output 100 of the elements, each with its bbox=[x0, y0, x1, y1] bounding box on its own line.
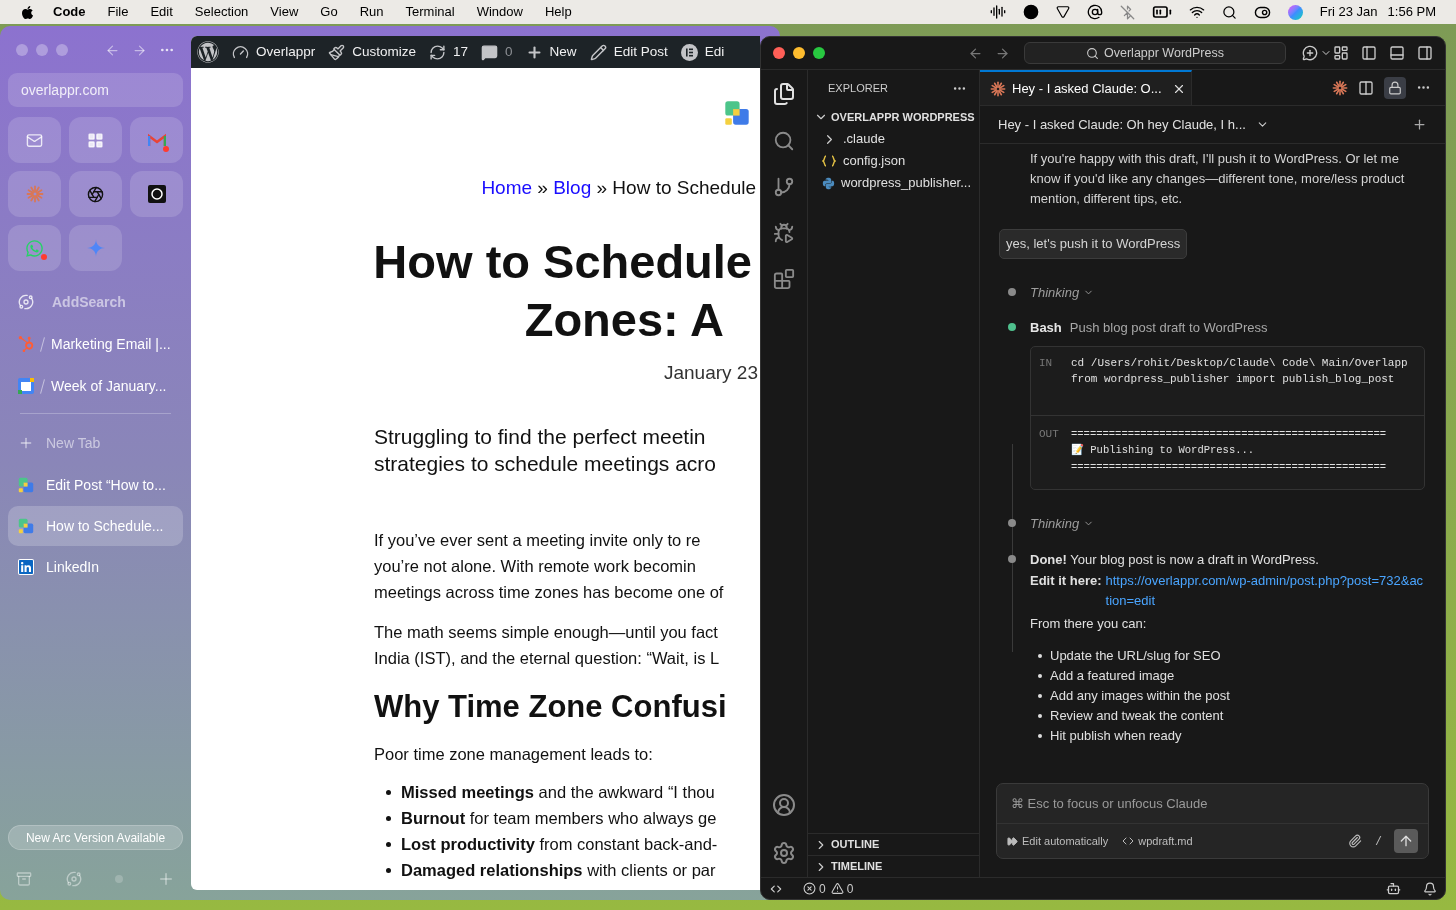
intro-line: Struggling to find the perfect meetin bbox=[374, 424, 707, 450]
panel-left-icon[interactable] bbox=[1361, 45, 1377, 61]
zoom-button[interactable] bbox=[813, 47, 825, 59]
robot-icon[interactable] bbox=[1386, 881, 1401, 896]
assistant-message: Done! Your blog post is now a draft in WordPress. bbox=[1030, 550, 1320, 569]
bullet-icon bbox=[386, 789, 391, 795]
menu-item[interactable]: File bbox=[107, 2, 129, 22]
circle-icon[interactable] bbox=[1022, 4, 1039, 20]
search-icon[interactable] bbox=[1221, 4, 1237, 20]
bullet-text: Lost productivity from constant back-and- bbox=[401, 834, 718, 855]
starburst-icon bbox=[990, 80, 1006, 97]
extensions-icon[interactable] bbox=[773, 268, 795, 290]
admin-bar-item[interactable]: Customize bbox=[328, 41, 417, 63]
pinned-app[interactable] bbox=[69, 171, 122, 217]
admin-bar-item[interactable]: Overlappr bbox=[232, 41, 316, 63]
edit-link[interactable]: https://overlappr.com/wp-admin/post.php?post=732&action=edit bbox=[1105, 570, 1425, 611]
input-label: IN bbox=[1039, 355, 1054, 371]
bell-icon[interactable] bbox=[1423, 881, 1437, 896]
forward-icon[interactable] bbox=[995, 45, 1010, 61]
bullet-text: Update the URL/slug for SEO bbox=[1050, 646, 1221, 665]
menu-item[interactable]: View bbox=[270, 2, 299, 22]
admin-bar-item[interactable]: 17 bbox=[429, 41, 469, 63]
split-view-tab[interactable]: Marketing Email |... bbox=[8, 323, 183, 365]
split-editor-icon[interactable] bbox=[1358, 79, 1374, 96]
python-icon bbox=[822, 176, 835, 190]
menu-item[interactable]: Go bbox=[320, 2, 338, 22]
account-icon[interactable] bbox=[772, 793, 796, 817]
files-icon[interactable] bbox=[772, 82, 796, 106]
pinned-app[interactable] bbox=[69, 117, 122, 163]
apple-icon[interactable] bbox=[20, 4, 35, 20]
layout-icon[interactable] bbox=[1333, 45, 1349, 61]
bullet-text: Add any images within the post bbox=[1050, 686, 1230, 705]
command-center-search[interactable]: Overlappr WordPress bbox=[1024, 42, 1286, 64]
in-logo-icon bbox=[18, 559, 34, 575]
menu-item[interactable]: Window bbox=[476, 2, 523, 22]
file-tree-item[interactable]: wordpress_publisher... bbox=[808, 172, 979, 194]
session-title[interactable]: Hey - I asked Claude: Oh hey Claude, I h... bbox=[998, 114, 1246, 135]
sprocket-icon bbox=[18, 336, 34, 352]
breadcrumb-link[interactable]: Home bbox=[481, 177, 533, 198]
siri-icon[interactable] bbox=[1287, 4, 1303, 20]
chat-bubble-icon bbox=[25, 238, 44, 258]
overlapping-squares-icon bbox=[18, 518, 34, 534]
wordpress-icon bbox=[197, 41, 219, 63]
attach-icon[interactable] bbox=[1348, 834, 1363, 848]
panel-right-icon[interactable] bbox=[1417, 45, 1433, 61]
admin-bar-item[interactable]: Edi bbox=[680, 41, 725, 63]
source-control-icon[interactable] bbox=[773, 176, 795, 198]
paragraph-line: India (IST), and the eternal question: “Wait, is L bbox=[374, 648, 721, 669]
file-chip[interactable]: wpdraft.md bbox=[1122, 832, 1193, 850]
section-header[interactable]: OUTLINE bbox=[808, 833, 979, 855]
editor-tab[interactable]: Hey - I asked Claude: O... bbox=[980, 70, 1192, 105]
section-header[interactable]: TIMELINE bbox=[808, 855, 979, 877]
file-tree-item[interactable]: .claude bbox=[808, 128, 979, 150]
chat-input[interactable]: ⌘ Esc to focus or unfocus Claude Edit automatically wpdraft.md / bbox=[996, 783, 1429, 859]
menu-item[interactable]: Help bbox=[544, 2, 572, 22]
at-sign-icon[interactable] bbox=[1086, 4, 1103, 20]
output-label: OUT bbox=[1039, 426, 1060, 442]
menu-bar-time[interactable]: 1:56 PM bbox=[1387, 2, 1436, 22]
knot-icon bbox=[87, 185, 104, 203]
menu-item[interactable]: Run bbox=[359, 2, 384, 22]
chat-icon[interactable] bbox=[1302, 45, 1318, 61]
bluetooth-off-icon[interactable] bbox=[1119, 4, 1135, 20]
breadcrumb-link[interactable]: Blog bbox=[553, 177, 592, 198]
send-button[interactable] bbox=[1394, 829, 1418, 853]
file-tree-item[interactable]: config.json bbox=[808, 150, 979, 172]
admin-bar-item[interactable]: Edit Post bbox=[589, 41, 668, 63]
calendar-icon bbox=[18, 378, 34, 394]
wifi-icon[interactable] bbox=[1188, 4, 1205, 20]
panel-title: EXPLORER bbox=[828, 80, 888, 96]
thinking-label[interactable]: Thinking bbox=[1030, 282, 1080, 302]
lock-button[interactable] bbox=[1384, 76, 1406, 99]
problems-indicator[interactable]: 0 0 bbox=[803, 879, 854, 898]
plus-icon[interactable] bbox=[1412, 117, 1427, 132]
settings-icon[interactable] bbox=[772, 841, 796, 865]
pinned-app[interactable] bbox=[130, 171, 183, 217]
audio-bars-icon[interactable] bbox=[989, 4, 1006, 20]
menu-item[interactable]: Terminal bbox=[405, 2, 455, 22]
close-button[interactable] bbox=[773, 47, 785, 59]
menu-bar-date[interactable]: Fri 23 Jan bbox=[1319, 2, 1378, 22]
mode-selector[interactable]: Edit automatically bbox=[1007, 832, 1109, 850]
assistant-message: From there you can: bbox=[1030, 614, 1148, 633]
panel-bottom-icon[interactable] bbox=[1389, 45, 1405, 61]
admin-bar-item[interactable]: New bbox=[525, 41, 577, 63]
slash-command-button[interactable]: / bbox=[1376, 831, 1380, 851]
minimize-button[interactable] bbox=[793, 47, 805, 59]
run-debug-icon[interactable] bbox=[773, 222, 795, 244]
planet-icon bbox=[18, 294, 34, 310]
admin-bar-item[interactable]: 0 bbox=[481, 41, 513, 63]
bullet-icon bbox=[1038, 693, 1042, 698]
folder-header[interactable]: OVERLAPPR WORDPRESS bbox=[808, 106, 979, 128]
thinking-label[interactable]: Thinking bbox=[1030, 514, 1080, 534]
wordpress-menu[interactable] bbox=[197, 41, 219, 63]
menu-item[interactable]: Selection bbox=[194, 2, 249, 22]
back-icon[interactable] bbox=[968, 45, 983, 61]
search-icon bbox=[1086, 46, 1099, 60]
triangle-icon[interactable] bbox=[1055, 5, 1070, 19]
dashboard-icon bbox=[232, 43, 249, 61]
elementor-icon bbox=[680, 43, 698, 61]
app-menu[interactable]: Code bbox=[53, 2, 86, 22]
menu-item[interactable]: Edit bbox=[150, 2, 173, 22]
